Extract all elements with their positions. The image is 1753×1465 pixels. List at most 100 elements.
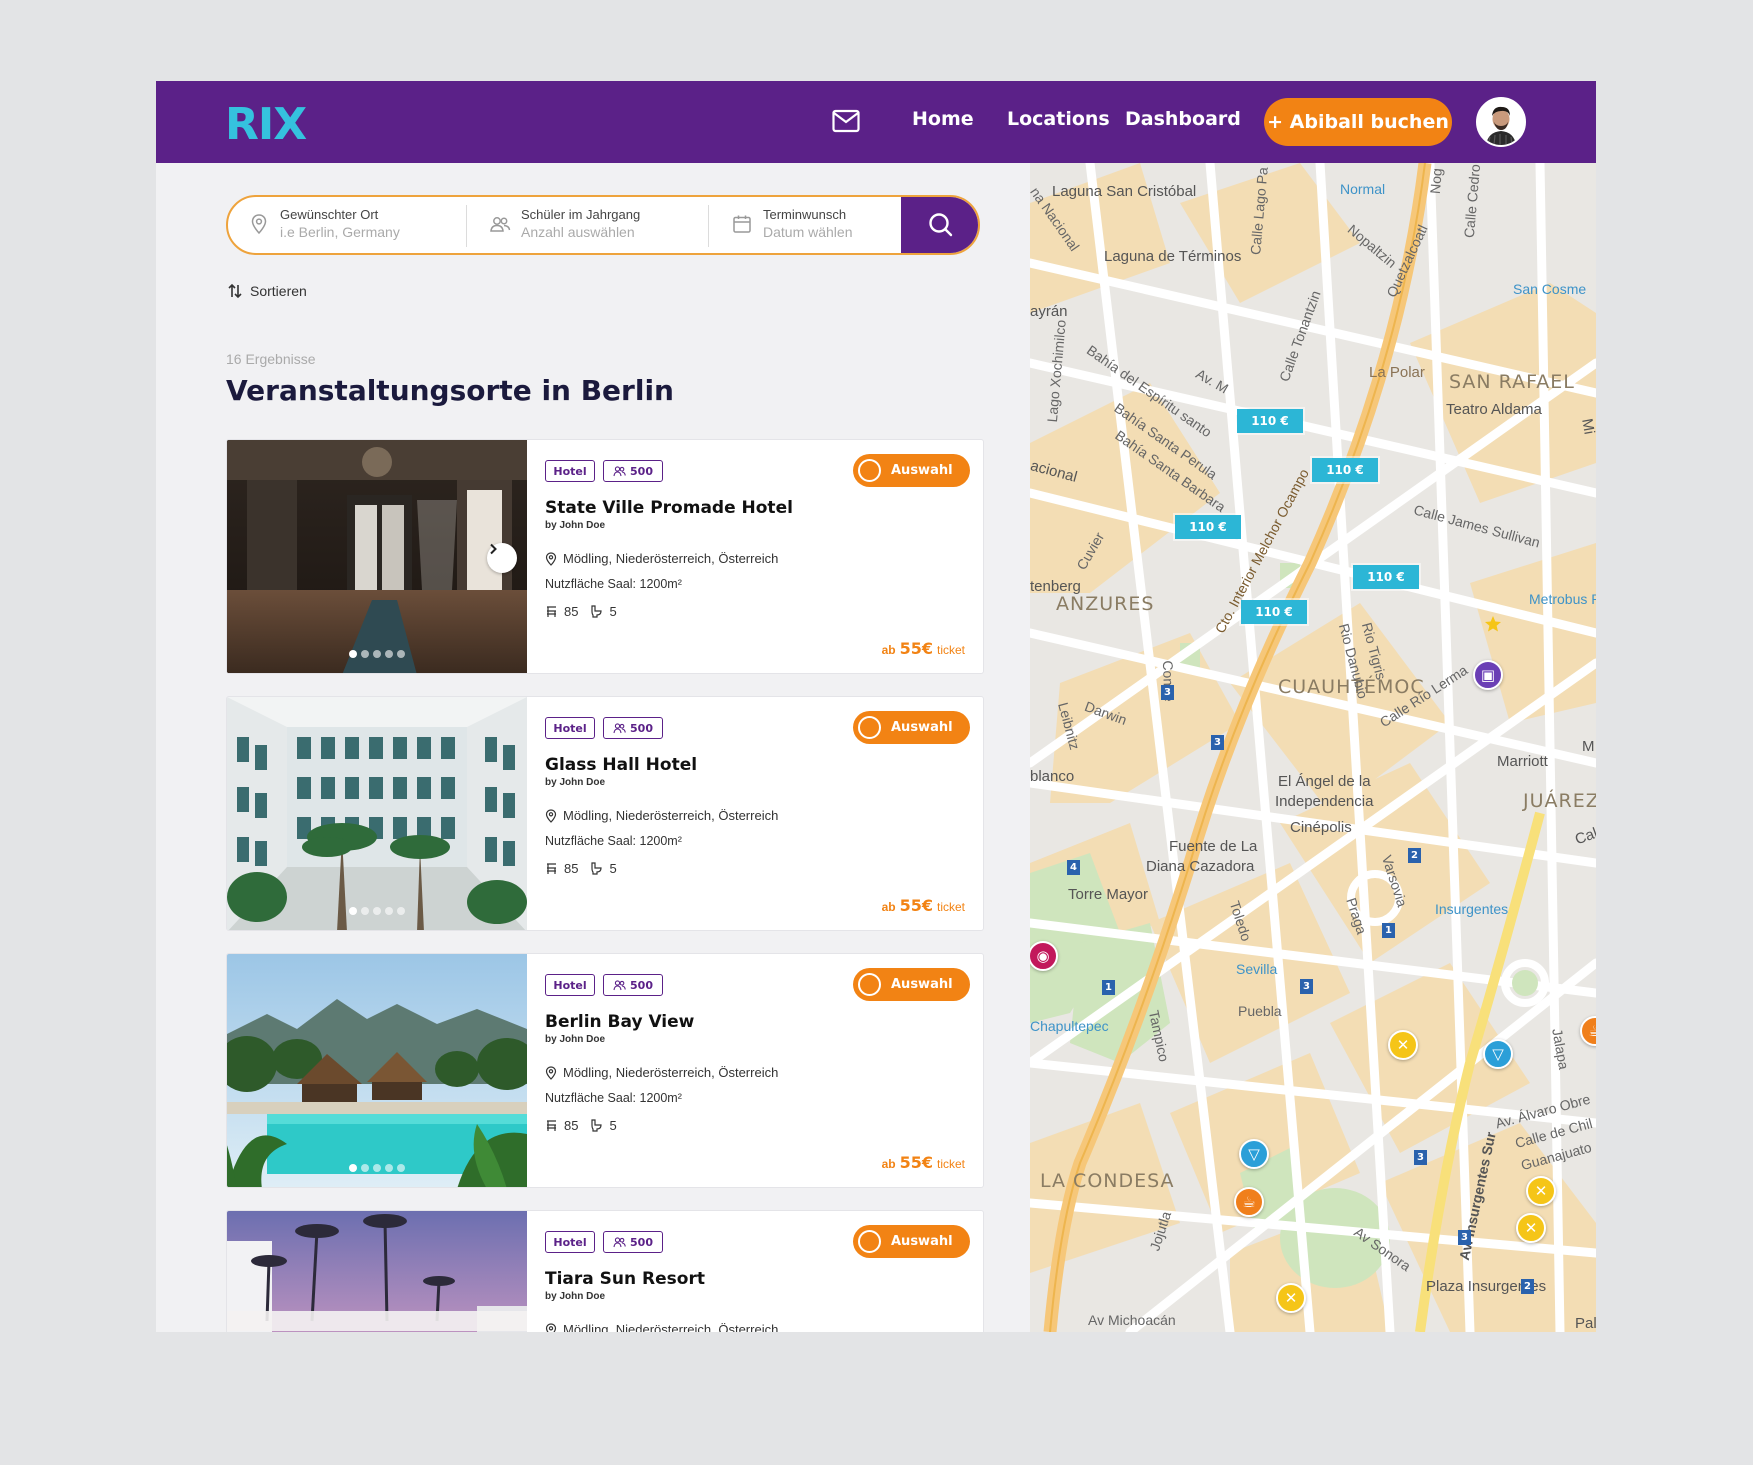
price-pin[interactable]: 110 € bbox=[1175, 515, 1241, 539]
pagination-dot[interactable] bbox=[361, 1164, 369, 1172]
map-label-metro: San Cosme bbox=[1513, 281, 1587, 297]
pagination-dot[interactable] bbox=[397, 907, 405, 915]
pagination-dot[interactable] bbox=[373, 907, 381, 915]
type-tag: Hotel bbox=[545, 1231, 595, 1253]
cafe-icon[interactable]: ☕ bbox=[1234, 1187, 1264, 1217]
map-label: El Ángel de la bbox=[1278, 773, 1371, 790]
search-divider bbox=[708, 205, 709, 247]
price-unit: ticket bbox=[936, 900, 965, 914]
date-input[interactable] bbox=[763, 224, 883, 240]
pagination-dot[interactable] bbox=[349, 907, 357, 915]
rix-logo[interactable]: RIX bbox=[225, 99, 307, 150]
map-label: Pal bbox=[1575, 1315, 1596, 1332]
map-label-metro: Sevilla bbox=[1236, 961, 1278, 977]
select-button[interactable]: Auswahl bbox=[853, 454, 970, 487]
sort-button[interactable]: Sortieren bbox=[228, 283, 307, 299]
calendar-icon bbox=[733, 215, 751, 233]
map-label: blanco bbox=[1030, 768, 1075, 785]
cocktail-bar-icon[interactable]: ▽ bbox=[1239, 1139, 1269, 1169]
page-title: Veranstaltungsorte in Berlin bbox=[226, 374, 674, 407]
location-field[interactable]: Gewünschter Ort bbox=[228, 197, 466, 253]
map-label: Diana Cazadora bbox=[1146, 858, 1255, 875]
price-pin[interactable]: 110 € bbox=[1353, 565, 1419, 589]
map-label-metro: Chapultepec bbox=[1030, 1018, 1109, 1034]
metro-line-badge: 3 bbox=[1161, 685, 1174, 700]
toilet-icon bbox=[591, 1119, 603, 1132]
restaurant-icon[interactable]: ✕ bbox=[1526, 1176, 1556, 1206]
pagination-dot[interactable] bbox=[349, 650, 357, 658]
type-tag: Hotel bbox=[545, 974, 595, 996]
venue-price: ab 55€ ticket bbox=[882, 639, 965, 658]
price-amount: 55€ bbox=[899, 896, 933, 915]
venue-area: Nutzfläche Saal: 1200m² bbox=[545, 1091, 682, 1105]
price-pin[interactable]: 110 € bbox=[1237, 409, 1303, 433]
search-button[interactable] bbox=[901, 197, 978, 253]
venue-stats: 85 5 bbox=[545, 861, 617, 876]
map-label-district: SAN RAFAEL bbox=[1449, 371, 1575, 393]
group-icon bbox=[613, 979, 626, 990]
nav-locations[interactable]: Locations bbox=[1007, 108, 1110, 130]
select-label: Auswahl bbox=[891, 1234, 953, 1249]
map-label: Laguna San Cristóbal bbox=[1052, 183, 1197, 200]
pagination-dot[interactable] bbox=[397, 650, 405, 658]
venue-card[interactable]: Hotel 500 Auswahl State Ville Promade Ho… bbox=[226, 439, 984, 674]
pagination-dot[interactable] bbox=[373, 650, 381, 658]
price-pin[interactable]: 110 € bbox=[1241, 600, 1307, 624]
pagination-dot[interactable] bbox=[349, 1164, 357, 1172]
venue-title[interactable]: Tiara Sun Resort bbox=[545, 1269, 705, 1289]
restaurant-icon[interactable]: ✕ bbox=[1276, 1283, 1306, 1313]
user-avatar[interactable] bbox=[1476, 97, 1526, 147]
radio-icon bbox=[858, 716, 881, 739]
restaurant-icon[interactable]: ✕ bbox=[1388, 1030, 1418, 1060]
capacity-value: 500 bbox=[630, 978, 653, 992]
restaurant-icon[interactable]: ✕ bbox=[1516, 1213, 1546, 1243]
location-text: Mödling, Niederösterreich, Österreich bbox=[563, 1065, 779, 1080]
capacity-tag: 500 bbox=[603, 1231, 663, 1253]
price-prefix: ab bbox=[881, 1157, 896, 1171]
venue-area: Nutzfläche Saal: 1200m² bbox=[545, 834, 682, 848]
metro-line-badge: 4 bbox=[1067, 860, 1080, 875]
price-unit: ticket bbox=[936, 1157, 965, 1171]
venue-title[interactable]: Berlin Bay View bbox=[545, 1012, 694, 1032]
select-button[interactable]: Auswahl bbox=[853, 968, 970, 1001]
date-label: Terminwunsch bbox=[763, 207, 847, 222]
pagination-dot[interactable] bbox=[361, 650, 369, 658]
star-icon[interactable] bbox=[1484, 615, 1502, 633]
students-field[interactable]: Schüler im Jahrgang bbox=[469, 197, 707, 253]
location-input[interactable] bbox=[280, 224, 450, 240]
cocktail-bar-icon[interactable]: ▽ bbox=[1483, 1039, 1513, 1069]
venue-title[interactable]: State Ville Promade Hotel bbox=[545, 498, 793, 518]
type-tag: Hotel bbox=[545, 460, 595, 482]
pagination-dot[interactable] bbox=[373, 1164, 381, 1172]
pagination-dot[interactable] bbox=[385, 650, 393, 658]
pagination-dot[interactable] bbox=[397, 1164, 405, 1172]
date-field[interactable]: Terminwunsch bbox=[711, 197, 901, 253]
mail-icon[interactable] bbox=[832, 109, 860, 133]
capacity-value: 500 bbox=[630, 464, 653, 478]
next-photo-button[interactable] bbox=[487, 543, 517, 573]
select-label: Auswahl bbox=[891, 463, 953, 478]
venue-stats: 85 5 bbox=[545, 1118, 617, 1133]
pagination-dot[interactable] bbox=[385, 1164, 393, 1172]
group-icon bbox=[613, 465, 626, 476]
shopping-bag-icon[interactable]: ▣ bbox=[1473, 660, 1503, 690]
nav-home[interactable]: Home bbox=[912, 108, 974, 130]
venue-title[interactable]: Glass Hall Hotel bbox=[545, 755, 697, 775]
book-abiball-button[interactable]: + Abiball buchen bbox=[1264, 98, 1452, 146]
nav-dashboard[interactable]: Dashboard bbox=[1125, 108, 1241, 130]
select-button[interactable]: Auswahl bbox=[853, 1225, 970, 1258]
select-button[interactable]: Auswahl bbox=[853, 711, 970, 744]
price-unit: ticket bbox=[936, 643, 965, 657]
venue-card[interactable]: Hotel 500 Auswahl Glass Hall Hotel by Jo… bbox=[226, 696, 984, 931]
students-input[interactable] bbox=[521, 224, 691, 240]
pagination-dot[interactable] bbox=[385, 907, 393, 915]
price-pin[interactable]: 110 € bbox=[1312, 458, 1378, 482]
map-label: Mi bbox=[1578, 417, 1596, 436]
metro-line-badge: 1 bbox=[1382, 923, 1395, 938]
capacity-tag: 500 bbox=[603, 717, 663, 739]
pagination-dot[interactable] bbox=[361, 907, 369, 915]
venue-card[interactable]: Hotel 500 Auswahl Berlin Bay View by Joh… bbox=[226, 953, 984, 1188]
venue-card[interactable]: Hotel 500 Auswahl Tiara Sun Resort by Jo… bbox=[226, 1210, 984, 1332]
group-icon bbox=[490, 217, 511, 232]
map-view[interactable]: Laguna San Cristóbal Laguna de Términos … bbox=[1030, 163, 1596, 1332]
